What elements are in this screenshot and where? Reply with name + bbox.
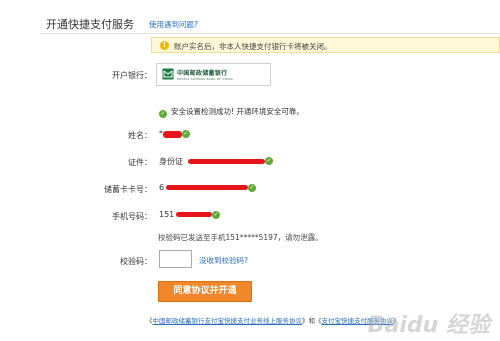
agreement-conjunction: 》和《 (302, 317, 322, 325)
agree-and-activate-button[interactable]: 同意协议并开通 (158, 281, 252, 302)
security-message-text: 安全设置检测成功! 开通环境安全可靠。 (171, 107, 304, 116)
card-number-value: 6 (159, 183, 165, 192)
bank-name: 中国邮政储蓄银行 (177, 70, 228, 77)
page-title: 开通快捷支付服务 (46, 18, 134, 31)
phone-redaction (176, 212, 212, 217)
notice-text: 账户实名后，非本人快捷支付银行卡将被关闭。 (174, 42, 332, 51)
help-link[interactable]: 使用遇到问题? (149, 19, 198, 30)
agreement-links: 《中国邮政储蓄银行支付宝快捷支付业务线上服务协议》和《支付宝快捷支付服务协议》 (146, 315, 400, 325)
id-check-icon: ✓ (265, 157, 273, 165)
name-check-icon: ✓ (182, 130, 190, 138)
resend-code-link[interactable]: 没收到校验码? (199, 255, 248, 266)
check-icon: ✓ (159, 110, 167, 118)
phone-value: 151 (159, 210, 175, 219)
security-check-message: ✓ 安全设置检测成功! 开通环境安全可靠。 (159, 106, 304, 118)
bank-label: 开户银行： (112, 71, 152, 80)
id-type-value: 身份证 (159, 157, 183, 166)
card-label: 储蓄卡卡号： (104, 185, 152, 194)
bank-selector[interactable]: 中国邮政储蓄银行 POSTAL SAVINGS BANK OF CHINA (156, 63, 271, 86)
bank-subtitle: POSTAL SAVINGS BANK OF CHINA (177, 77, 233, 81)
code-label: 校验码： (120, 257, 152, 266)
bank-logo-icon (162, 68, 174, 80)
title-divider (40, 33, 500, 34)
watermark: Baidu 经验 (367, 313, 490, 338)
card-number-redaction (166, 185, 248, 190)
verification-code-input[interactable] (159, 250, 192, 268)
id-label: 证件： (128, 158, 152, 167)
phone-check-icon: ✓ (212, 211, 220, 219)
warning-icon: ! (160, 41, 169, 50)
id-number-redaction (188, 159, 265, 164)
name-label: 姓名： (128, 131, 152, 140)
phone-label: 手机号码： (112, 212, 152, 221)
warning-notice: ! 账户实名后，非本人快捷支付银行卡将被关闭。 (151, 37, 500, 53)
sms-sent-note: 校验码已发送至手机151*****5197，请勿泄露。 (158, 233, 323, 242)
card-check-icon: ✓ (248, 184, 256, 192)
bank-service-agreement-link[interactable]: 中国邮政储蓄银行支付宝快捷支付业务线上服务协议 (153, 317, 303, 325)
name-redaction (163, 131, 182, 138)
